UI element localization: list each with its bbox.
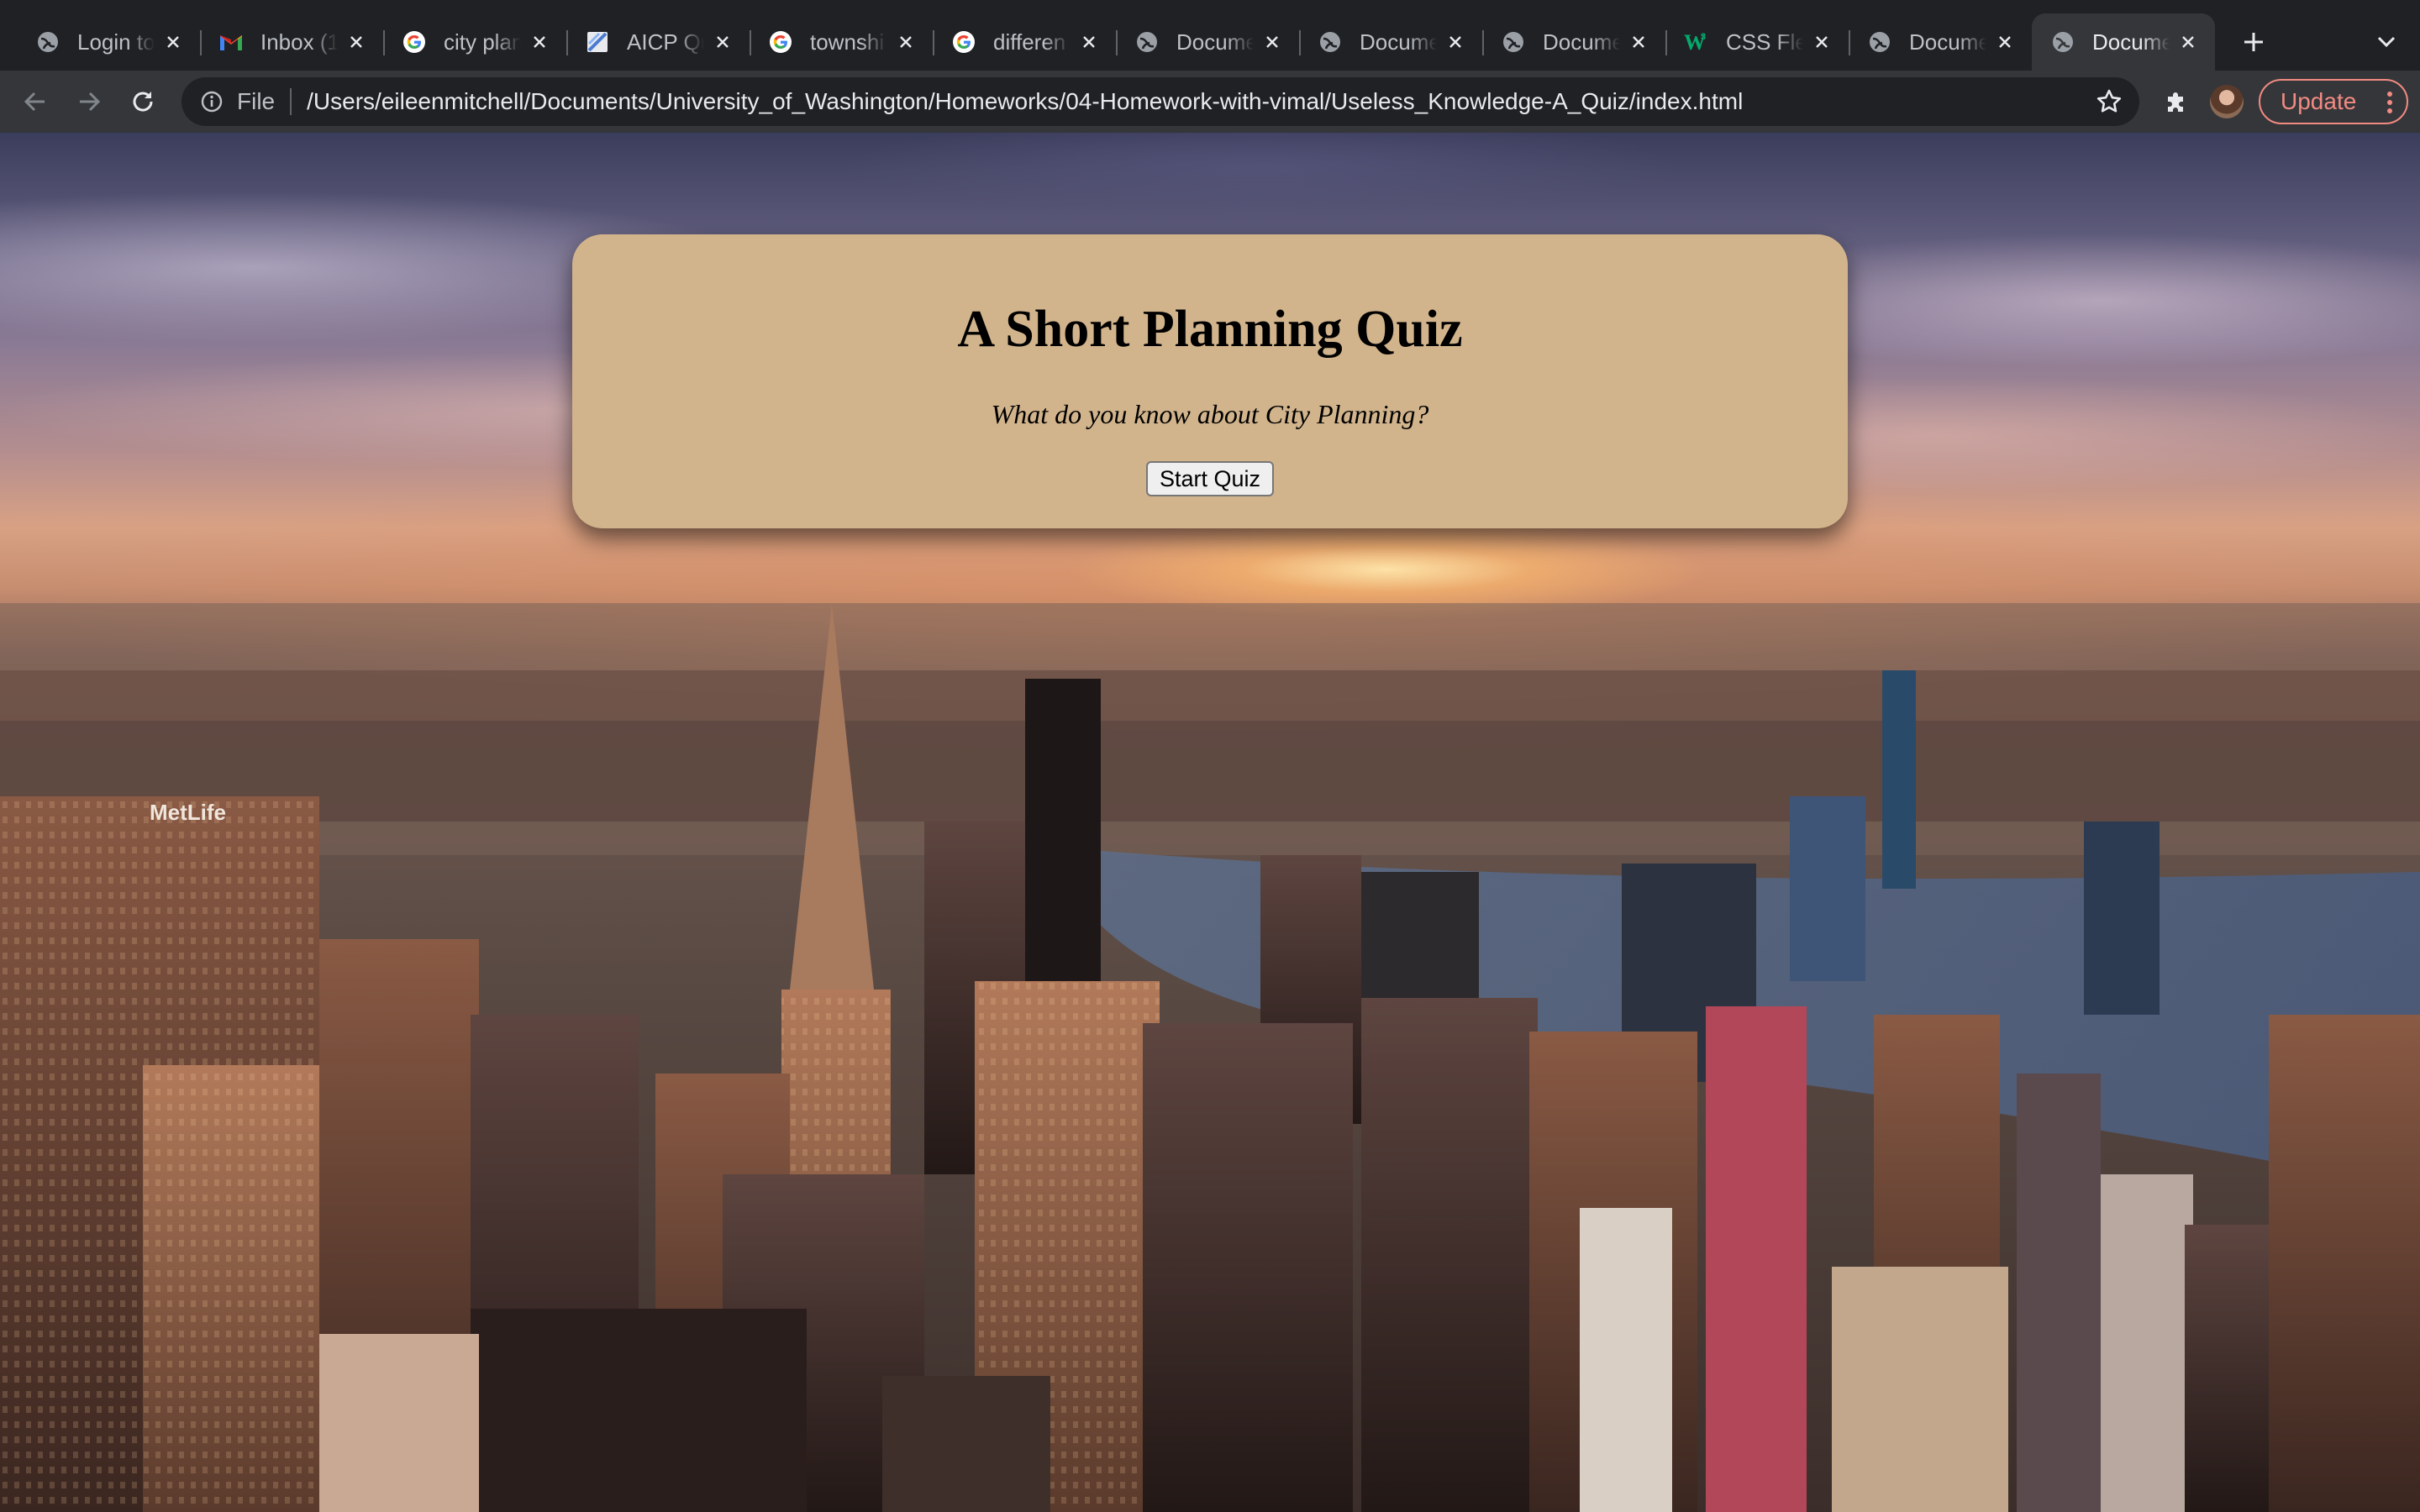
start-quiz-button[interactable]: Start Quiz [1146, 461, 1274, 496]
bookmark-star-icon[interactable] [2092, 85, 2126, 118]
tab-city-planning-search[interactable]: city plan [383, 13, 566, 71]
globe-icon [1867, 29, 1892, 55]
close-icon[interactable] [1993, 30, 2017, 54]
close-icon[interactable] [1444, 30, 1467, 54]
quiz-title: A Short Planning Quiz [957, 301, 1463, 358]
tab-title: Docume [2092, 29, 2170, 55]
tab-title: AICP Qu [627, 29, 704, 55]
tab-search-button[interactable] [2370, 25, 2403, 59]
close-icon[interactable] [2176, 30, 2200, 54]
address-scheme-label: File [237, 88, 276, 114]
tab-difference-search[interactable]: differen [933, 13, 1116, 71]
tab-title: Inbox (1 [260, 29, 338, 55]
tab-township-search[interactable]: townshi [750, 13, 933, 71]
tab-document-1[interactable]: Docume [1116, 13, 1299, 71]
info-icon[interactable] [200, 90, 224, 113]
globe-icon [1134, 29, 1160, 55]
close-icon[interactable] [1260, 30, 1284, 54]
globe-icon [2050, 29, 2075, 55]
close-icon[interactable] [528, 30, 551, 54]
close-icon[interactable] [1810, 30, 1833, 54]
tab-title: city plan [444, 29, 521, 55]
tab-title: townshi [810, 29, 885, 55]
tab-title: Login to [77, 29, 155, 55]
google-icon [768, 29, 793, 55]
w3schools-icon: W3 [1684, 29, 1709, 55]
update-label: Update [2281, 88, 2357, 114]
tab-login[interactable]: Login to [17, 13, 200, 71]
gmail-icon [218, 29, 244, 55]
tab-document-3[interactable]: Docume [1482, 13, 1665, 71]
arrow-right-icon [80, 92, 101, 112]
globe-icon [1318, 29, 1343, 55]
globe-icon [1501, 29, 1526, 55]
address-url[interactable]: /Users/eileenmitchell/Documents/Universi… [307, 88, 1743, 115]
tab-document-2[interactable]: Docume [1299, 13, 1482, 71]
tab-title: Docume [1543, 29, 1620, 55]
tab-title: differen [993, 29, 1066, 55]
page-viewport: MetLife A Short Planning Quiz What do yo… [0, 133, 2420, 1512]
google-icon [951, 29, 976, 55]
quiz-card: A Short Planning Quiz What do you know a… [572, 234, 1848, 528]
close-icon[interactable] [711, 30, 734, 54]
close-icon[interactable] [894, 30, 918, 54]
tab-strip: Login to Inbox (1 city plan AICP Qu town… [0, 0, 2420, 71]
reload-icon [133, 92, 153, 112]
tab-aicp-quiz[interactable]: AICP Qu [566, 13, 750, 71]
close-icon[interactable] [161, 30, 185, 54]
extensions-button[interactable] [2153, 78, 2200, 125]
address-separator [290, 88, 292, 115]
tab-inbox[interactable]: Inbox (1 [200, 13, 383, 71]
more-vert-icon [2387, 92, 2392, 113]
reload-button[interactable] [119, 78, 166, 125]
close-icon[interactable] [345, 30, 368, 54]
tab-list: Login to Inbox (1 city plan AICP Qu town… [0, 0, 2215, 71]
chevron-down-icon [2377, 36, 2396, 48]
browser-toolbar: File /Users/eileenmitchell/Documents/Uni… [0, 71, 2420, 133]
tab-title: CSS Fle [1726, 29, 1803, 55]
profile-avatar[interactable] [2210, 85, 2244, 118]
close-icon[interactable] [1627, 30, 1650, 54]
building-sign: MetLife [150, 800, 226, 825]
forward-button[interactable] [66, 78, 113, 125]
tab-css-flexbox[interactable]: W3 CSS Fle [1665, 13, 1849, 71]
google-icon [402, 29, 427, 55]
page-icon [585, 29, 610, 55]
arrow-left-icon [24, 92, 45, 112]
tab-document-4[interactable]: Docume [1849, 13, 2032, 71]
tab-document-active[interactable]: Docume [2032, 13, 2215, 71]
tab-title: Docume [1909, 29, 1986, 55]
quiz-subtitle: What do you know about City Planning? [991, 399, 1429, 429]
back-button[interactable] [12, 78, 59, 125]
plus-icon [2244, 33, 2263, 51]
new-tab-button[interactable] [2230, 18, 2277, 66]
globe-icon [35, 29, 60, 55]
svg-text:3: 3 [1701, 32, 1706, 42]
close-icon[interactable] [1077, 30, 1101, 54]
address-bar[interactable]: File /Users/eileenmitchell/Documents/Uni… [182, 77, 2139, 126]
puzzle-piece-icon [2168, 92, 2183, 112]
tab-title: Docume [1176, 29, 1254, 55]
tab-title: Docume [1360, 29, 1437, 55]
update-button[interactable]: Update [2259, 79, 2408, 124]
